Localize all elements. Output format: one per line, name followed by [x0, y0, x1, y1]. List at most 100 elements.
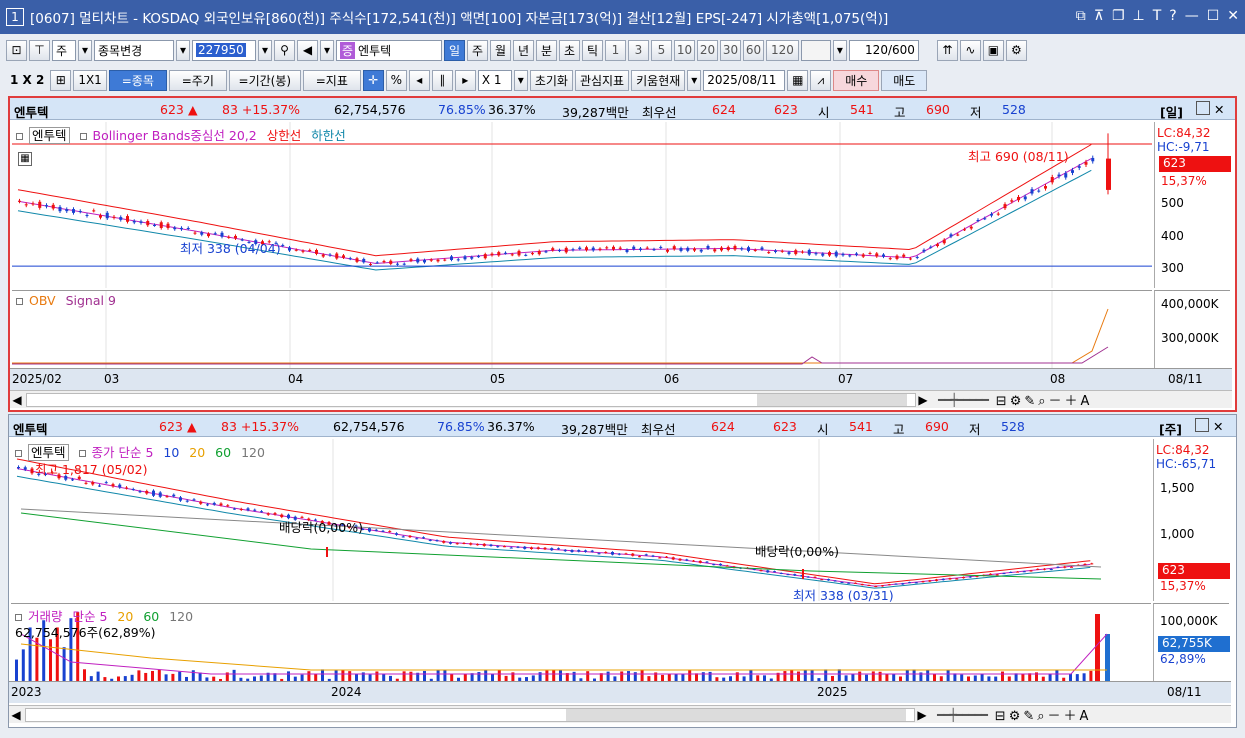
candle-body [315, 250, 318, 254]
minimize-icon[interactable]: — [1185, 8, 1199, 24]
code-dropdown-icon[interactable]: ▾ [258, 39, 272, 61]
scrollbar[interactable]: ◀ ▶ ━━┿━━━━━ ⊟⚙✎⌕－＋A [9, 705, 1231, 724]
reset-button[interactable]: 초기화 [529, 69, 573, 91]
volume-bar [62, 647, 66, 682]
scroll-left-icon[interactable]: ◀ [9, 708, 23, 722]
kiwoom-now-button[interactable]: 키움현재 [631, 69, 686, 91]
panel-close-icon[interactable]: ✕ [1214, 102, 1224, 117]
layout-label[interactable]: 1 X 2 [6, 70, 48, 91]
multiplier-dropdown-icon[interactable]: ▾ [513, 69, 528, 91]
scrollbar[interactable]: ◀ ▶ ━━┿━━━━━ ⊟⚙✎⌕－＋A [10, 390, 1232, 409]
custom-count-input[interactable] [800, 39, 831, 61]
multiplier-select[interactable]: X 1 [477, 69, 512, 91]
sell-button[interactable]: 매도 [881, 69, 928, 91]
scroll-thumb[interactable] [566, 708, 906, 721]
calendar-icon[interactable]: ▦ [787, 69, 809, 91]
count-5[interactable]: 5 [651, 39, 672, 61]
close-icon[interactable]: ✕ [1227, 8, 1239, 24]
obv-plot[interactable]: OBV Signal 9 [12, 290, 1152, 369]
tab-indicator[interactable]: =지표 [302, 69, 361, 91]
grid-icon[interactable]: ⊞ [50, 69, 72, 91]
period-second[interactable]: 초 [559, 39, 580, 61]
help-icon[interactable]: ? [1169, 8, 1176, 24]
period-minute[interactable]: 분 [536, 39, 557, 61]
gear-icon[interactable]: ⚙ [1005, 39, 1027, 61]
fix-icon[interactable]: ⊤ [29, 39, 50, 61]
favorite-indicator-button[interactable]: 관심지표 [574, 69, 630, 91]
symbol-name-field[interactable]: 증 엔투텍 [336, 39, 442, 61]
count-1[interactable]: 1 [605, 39, 626, 61]
sound-icon[interactable]: ◀ [297, 39, 318, 61]
period-day[interactable]: 일 [444, 39, 465, 61]
period-month[interactable]: 월 [490, 39, 511, 61]
push-pin-icon[interactable]: ⊥ [1133, 8, 1145, 24]
zoom-slider[interactable]: ━━┿━━━━━ [938, 393, 989, 407]
count-3[interactable]: 3 [628, 39, 649, 61]
prev-icon[interactable]: ◂ [408, 69, 430, 91]
code-input[interactable]: 227950 [192, 39, 256, 61]
period-tick[interactable]: 틱 [582, 39, 603, 61]
weekly-price-plot[interactable]: 엔투텍 종가 단순 5 10 20 60 120 최고 1,817 (05/02… [11, 439, 1151, 603]
chart-icon[interactable]: ∿ [959, 39, 981, 61]
zoom-slider[interactable]: ━━┿━━━━━ [937, 708, 988, 722]
panel-maximize-icon[interactable] [1195, 418, 1209, 432]
save-icon[interactable]: ▣ [982, 39, 1004, 61]
zoom-tools-icon[interactable]: ⊟⚙✎⌕－＋A [996, 390, 1093, 409]
count-20[interactable]: 20 [697, 39, 718, 61]
scroll-left-icon[interactable]: ◀ [10, 393, 24, 407]
kiwoom-dropdown-icon[interactable]: ▾ [687, 69, 702, 91]
scroll-track[interactable] [26, 392, 916, 407]
candle-body [753, 249, 757, 251]
tab-symbol[interactable]: =종목 [108, 69, 167, 91]
volume-plot[interactable]: 거래량 단순 5 20 60 120 62,754,576주(62,89%) [11, 603, 1151, 682]
info-high-label: 고 [894, 105, 906, 120]
search-icon[interactable]: ⚲ [274, 39, 295, 61]
layout-1x1[interactable]: 1X1 [73, 69, 107, 91]
period-year[interactable]: 년 [513, 39, 534, 61]
pin-icon[interactable]: ⊼ [1094, 8, 1104, 24]
panel-maximize-icon[interactable] [1196, 101, 1210, 115]
candle-body [395, 533, 398, 535]
crosshair-icon[interactable]: ✛ [362, 69, 384, 91]
next-icon[interactable]: ▸ [454, 69, 476, 91]
change-symbol-select[interactable]: 종목변경 [94, 39, 174, 61]
zoom-tools-icon[interactable]: ⊟⚙✎⌕－＋A [995, 705, 1092, 724]
buy-button[interactable]: 매수 [833, 69, 880, 91]
scroll-track[interactable] [25, 707, 915, 722]
layout-icon[interactable]: ⊡ [6, 39, 27, 61]
candle-body [219, 503, 223, 506]
period-week[interactable]: 주 [467, 39, 488, 61]
scroll-right-icon[interactable]: ▶ [916, 393, 930, 407]
trend-icon[interactable]: ⩘ [810, 69, 832, 91]
panel-close-icon[interactable]: ✕ [1213, 419, 1223, 434]
sound-dropdown-icon[interactable]: ▾ [320, 39, 334, 61]
table-icon[interactable]: ▦ [18, 152, 32, 166]
restore-icon[interactable]: ⧉ [1076, 8, 1086, 24]
market-dropdown-icon[interactable]: ▾ [78, 39, 92, 61]
price-plot[interactable]: 엔투텍 Bollinger Bands중심선 20,2 상한선 하한선 ▦ 최고… [12, 122, 1152, 288]
indicator-icon[interactable]: ⇈ [936, 39, 958, 61]
count-10[interactable]: 10 [674, 39, 695, 61]
change-dropdown-icon[interactable]: ▾ [176, 39, 190, 61]
date-input[interactable]: 2025/08/11 [703, 69, 786, 91]
font-icon[interactable]: T [1153, 8, 1162, 24]
tab-cycle[interactable]: =주기 [168, 69, 227, 91]
scroll-right-icon[interactable]: ▶ [915, 708, 929, 722]
count-120[interactable]: 120 [766, 39, 799, 61]
maximize-icon[interactable]: ☐ [1207, 8, 1220, 24]
candle-body [173, 227, 177, 230]
candle-body [989, 573, 992, 575]
range-input[interactable]: 120/600 [848, 39, 919, 61]
scroll-thumb[interactable] [757, 393, 907, 406]
candle-body [651, 555, 655, 557]
candle-body [882, 254, 885, 257]
market-select[interactable]: 주 [52, 39, 76, 61]
count-30[interactable]: 30 [720, 39, 741, 61]
window-copy-icon[interactable]: ❐ [1112, 8, 1125, 24]
custom-count-dropdown-icon[interactable]: ▾ [832, 39, 847, 61]
count-60[interactable]: 60 [743, 39, 764, 61]
percent-button[interactable]: % [385, 69, 407, 91]
pause-icon[interactable]: ∥ [431, 69, 453, 91]
tab-period[interactable]: =기간(봉) [228, 69, 301, 91]
candle-body [922, 249, 926, 252]
